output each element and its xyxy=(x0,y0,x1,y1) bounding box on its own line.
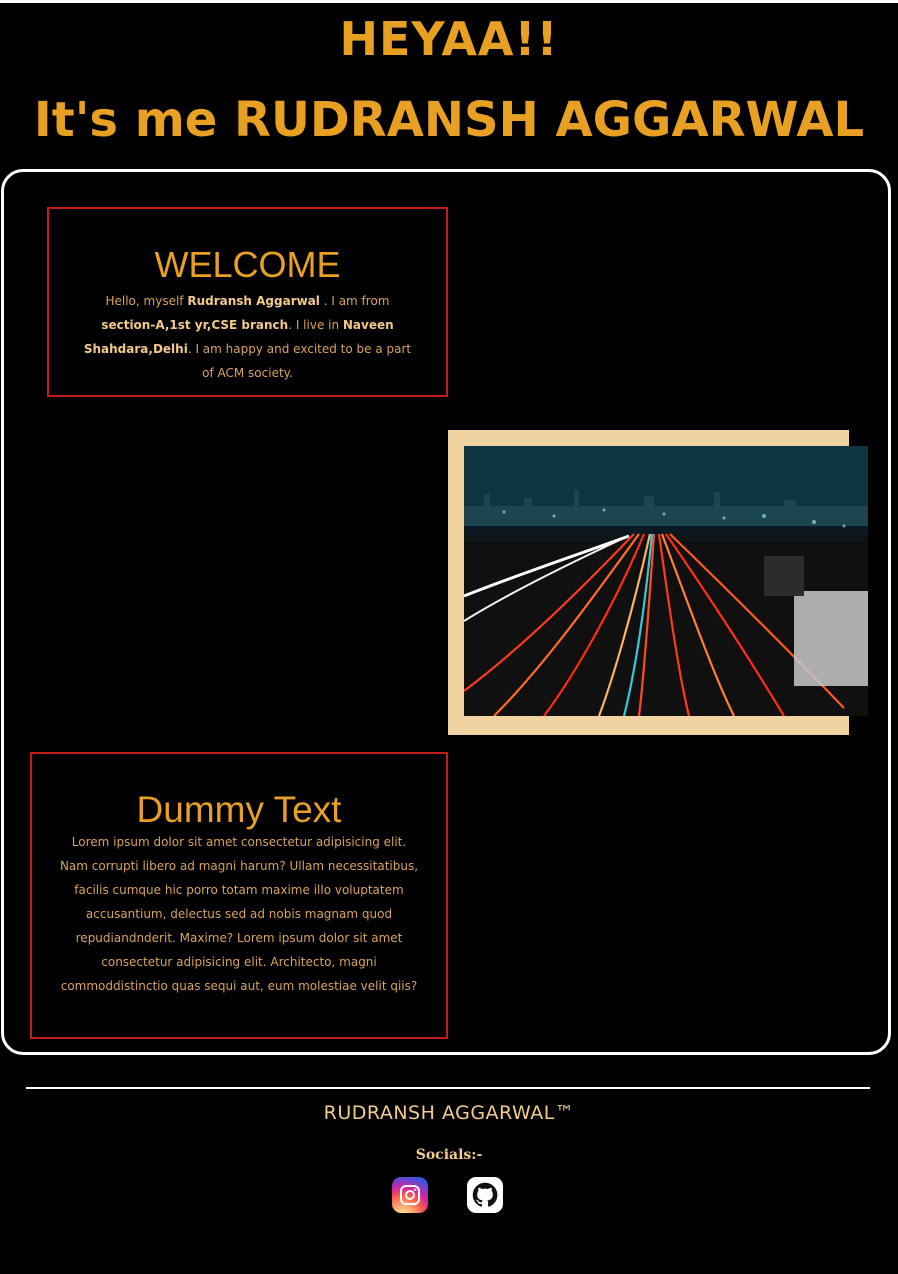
welcome-title: WELCOME xyxy=(154,244,341,285)
dummy-text-card: Dummy Text Lorem ipsum dolor sit amet co… xyxy=(30,752,448,1039)
intro-heading: It's me RUDRANSH AGGARWAL xyxy=(33,92,865,148)
highway-photo-art xyxy=(464,446,868,716)
welcome-text-part: . I am happy and excited to be a part of… xyxy=(187,342,412,380)
welcome-section: section-A,1st yr,CSE branch xyxy=(101,318,289,332)
highway-light-trails-photo xyxy=(464,446,868,716)
instagram-icon xyxy=(400,1185,420,1205)
socials-label: Socials:- xyxy=(415,1147,483,1163)
welcome-text-part: . I live in xyxy=(288,318,343,332)
dummy-text: Lorem ipsum dolor sit amet consectetur a… xyxy=(59,835,419,993)
greeting-heading: HEYAA!! xyxy=(339,12,559,66)
welcome-text-part: Hello, myself xyxy=(105,294,188,308)
dummy-title: Dummy Text xyxy=(136,789,342,830)
welcome-text-part: . I am from xyxy=(319,294,390,308)
footer-divider xyxy=(26,1087,870,1089)
instagram-link[interactable] xyxy=(392,1177,428,1213)
github-icon xyxy=(472,1182,498,1207)
welcome-name: Rudransh Aggarwal xyxy=(187,294,320,308)
welcome-card: WELCOME Hello, myself Rudransh Aggarwal … xyxy=(47,207,448,397)
github-link[interactable] xyxy=(467,1177,503,1213)
welcome-text: Hello, myself Rudransh Aggarwal . I am f… xyxy=(78,289,418,385)
footer-name: RUDRANSH AGGARWAL™ xyxy=(323,1102,575,1124)
top-divider xyxy=(0,0,898,3)
